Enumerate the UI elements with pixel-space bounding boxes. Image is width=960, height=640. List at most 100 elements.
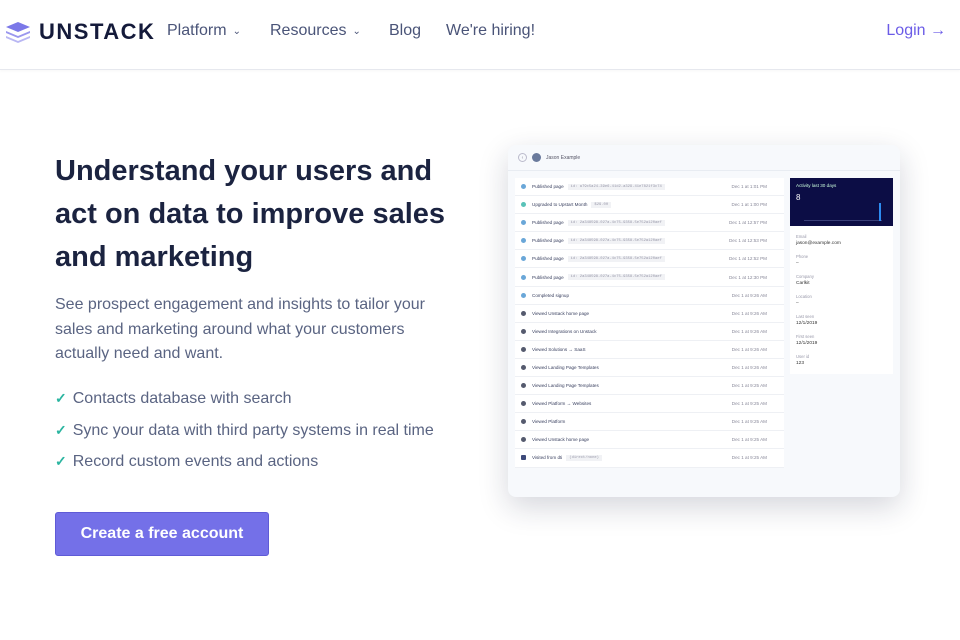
event-time: Dec 1 at 9:25 AM xyxy=(731,437,767,443)
event-time: Dec 1 at 9:26 AM xyxy=(731,292,767,298)
event-list: Published page id: a79c5a24-39e6-41d2-a32… xyxy=(515,178,784,468)
back-icon: ‹ xyxy=(518,153,527,162)
eye-icon xyxy=(521,310,526,316)
field-value: – xyxy=(796,261,799,266)
event-row: Viewed Landing Page Templates Dec 1 at 9:… xyxy=(515,358,784,378)
feature-text: Record custom events and actions xyxy=(72,453,319,470)
chevron-down-icon: ⌄ xyxy=(352,25,361,37)
eye-icon xyxy=(521,401,526,407)
hero-description: See prospect engagement and insights to … xyxy=(55,296,426,362)
event-code: id: 2a348598-027a-4c75-9358-5e752a120aef xyxy=(567,219,665,226)
event-label: Viewed Landing Page Templates xyxy=(532,364,599,370)
event-label: Viewed Platform xyxy=(532,419,566,425)
eye-icon xyxy=(521,437,526,443)
field-label: Location xyxy=(796,294,812,299)
nav-resources[interactable]: Resources ⌄ xyxy=(270,22,361,40)
event-code: (direct/none) xyxy=(566,454,602,461)
event-time: Dec 1 at 12:52 PM xyxy=(728,256,767,262)
feature-item: ✓ Sync your data with third party systems… xyxy=(55,422,434,454)
field-label: Company xyxy=(796,274,814,279)
check-icon: ✓ xyxy=(55,453,67,469)
top-nav: UNSTACK Platform ⌄ Resources ⌄ Blog We're … xyxy=(0,0,960,70)
page-icon xyxy=(521,274,526,280)
page-icon xyxy=(521,184,526,190)
detail-field: Phone – xyxy=(790,254,893,266)
event-label: Upgraded to Upstart Month xyxy=(532,202,588,208)
chevron-down-icon: ⌄ xyxy=(232,25,241,37)
product-screenshot: ‹ Jason Example Published page id: a79c5a… xyxy=(508,145,900,497)
detail-field: Email jason@example.com xyxy=(790,234,893,246)
page-icon xyxy=(521,238,526,244)
hero-headline: Understand your users and act on data to… xyxy=(55,155,446,273)
login-link[interactable]: Login → xyxy=(886,22,946,40)
nav-blog[interactable]: Blog xyxy=(389,22,421,40)
event-row: Published page id: 2a348598-027a-4c75-935… xyxy=(515,268,784,287)
event-time: Dec 1 at 9:25 AM xyxy=(731,419,767,425)
contact-details: Activity last 30 days 8 Email jason@examp… xyxy=(790,178,893,374)
contact-header: ‹ Jason Example xyxy=(508,145,900,171)
feature-list: ✓ Contacts database with search ✓ Sync you… xyxy=(55,390,434,485)
event-row: Published page id: 2a348598-027a-4c75-935… xyxy=(515,250,784,269)
feature-item: ✓ Contacts database with search xyxy=(55,390,434,422)
eye-icon xyxy=(521,346,526,352)
feature-text: Sync your data with third party systems … xyxy=(72,421,434,439)
event-label: Published page xyxy=(532,274,564,280)
event-time: Dec 1 at 1:01 PM xyxy=(731,184,768,190)
event-time: Dec 1 at 1:00 PM xyxy=(731,202,768,208)
event-row: Published page id: 2a348598-027a-4c75-935… xyxy=(515,232,784,251)
field-value: 12/1/2019 xyxy=(796,321,818,326)
event-code: id: 2a348598-027a-4c75-9358-5e752a120aef xyxy=(567,274,665,281)
avatar xyxy=(532,153,541,162)
event-label: Published page xyxy=(532,184,564,190)
event-row: Visited from dti (direct/none) Dec 1 at 9:… xyxy=(515,449,784,468)
event-label: Published page xyxy=(532,256,564,262)
field-value: – xyxy=(796,301,799,306)
activity-title: Activity last 30 days xyxy=(796,183,837,188)
check-icon: ✓ xyxy=(55,390,67,406)
activity-bar xyxy=(879,203,881,221)
eye-icon xyxy=(521,328,526,334)
event-row: Published page id: a79c5a24-39e6-41d2-a32… xyxy=(515,178,784,197)
nav-hiring[interactable]: We're hiring! xyxy=(446,22,535,40)
event-label: Viewed Solutions → SaaS xyxy=(532,346,586,352)
event-row: Viewed Unstack home page Dec 1 at 9:25 AM xyxy=(515,431,784,450)
event-row: Upgraded to Upstart Month $29.00 Dec 1 at … xyxy=(515,196,784,215)
field-label: Phone xyxy=(796,254,809,259)
event-code: id: 2a348598-027a-4c75-9358-5e752a120aef xyxy=(567,255,665,262)
detail-field: User id 123 xyxy=(790,354,893,366)
nav-label: Resources xyxy=(270,22,347,39)
event-label: Viewed Integrations on Unstack xyxy=(532,328,597,334)
check-icon: ✓ xyxy=(55,421,67,438)
contact-name: Jason Example xyxy=(546,154,581,161)
field-value: 123 xyxy=(796,361,805,366)
detail-field: Company Carlkit xyxy=(790,274,893,286)
event-row: Viewed Landing Page Templates Dec 1 at 9:… xyxy=(515,377,784,396)
nav-platform[interactable]: Platform ⌄ xyxy=(167,22,241,40)
nav-label: We're hiring! xyxy=(446,22,536,39)
detail-field: Last seen 12/1/2019 xyxy=(790,314,893,326)
brand-logo[interactable]: UNSTACK xyxy=(5,19,155,45)
event-time: Dec 1 at 9:26 AM xyxy=(731,310,767,316)
field-value: 12/1/2019 xyxy=(796,341,818,346)
event-time: Dec 1 at 9:25 AM xyxy=(731,455,767,461)
event-row: Viewed Platform → Websites Dec 1 at 9:25 … xyxy=(515,395,784,414)
event-row: Viewed Unstack home page Dec 1 at 9:26 AM xyxy=(515,304,784,323)
event-label: Completed signup xyxy=(532,292,570,298)
calendar-icon xyxy=(521,455,526,461)
event-code: id: a79c5a24-39e6-41d2-a329-41e7821f3c74 xyxy=(567,183,665,190)
event-label: Viewed Platform → Websites xyxy=(532,401,592,407)
feature-item: ✓ Record custom events and actions xyxy=(55,453,434,485)
nav-label: Blog xyxy=(389,22,422,39)
event-time: Dec 1 at 12:53 PM xyxy=(728,238,767,244)
create-account-button[interactable]: Create a free account xyxy=(55,512,269,556)
event-row: Viewed Solutions → SaaS Dec 1 at 9:26 AM xyxy=(515,340,784,359)
activity-chart: Activity last 30 days 8 xyxy=(790,178,893,226)
page-icon xyxy=(521,220,526,226)
eye-icon xyxy=(521,364,526,370)
event-time: Dec 1 at 12:57 PM xyxy=(728,220,767,226)
event-label: Published page xyxy=(532,238,564,244)
field-label: User id xyxy=(796,354,810,359)
event-code: $29.00 xyxy=(591,201,612,208)
upgrade-icon xyxy=(521,202,526,208)
event-label: Viewed Unstack home page xyxy=(532,437,590,443)
